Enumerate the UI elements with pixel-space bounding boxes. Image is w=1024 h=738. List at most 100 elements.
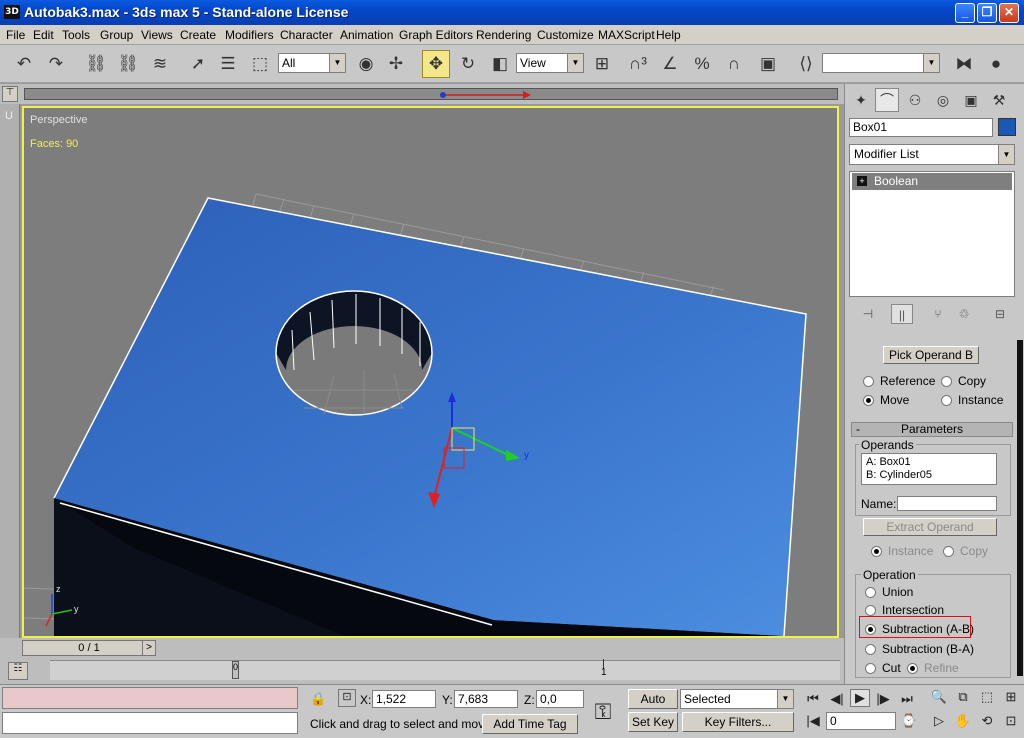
- scene-canvas[interactable]: [24, 108, 837, 636]
- mini-curve-editor-icon[interactable]: ☷: [8, 662, 28, 680]
- operands-list[interactable]: A: Box01 B: Cylinder05: [861, 453, 997, 485]
- spinner-snap-icon[interactable]: ∩: [720, 50, 748, 78]
- menu-maxscript[interactable]: MAXScript: [598, 28, 655, 42]
- rectangular-selection-icon[interactable]: ⬚: [246, 50, 274, 78]
- x-coord-field[interactable]: 1,522: [372, 690, 436, 708]
- make-unique-icon[interactable]: ⑂: [927, 304, 949, 324]
- select-link-icon[interactable]: ⛓: [82, 50, 110, 78]
- crossing-icon[interactable]: ✢: [382, 50, 410, 78]
- zoom-all-icon[interactable]: ⧉: [954, 689, 972, 705]
- operand-name-field[interactable]: [897, 496, 997, 511]
- key-mode-toggle-icon[interactable]: |◀: [804, 713, 822, 729]
- menu-tools[interactable]: Tools: [62, 28, 90, 42]
- viewport-label[interactable]: Perspective: [30, 114, 87, 126]
- redo-icon[interactable]: ↷: [42, 50, 70, 78]
- list-item[interactable]: B: Cylinder05: [866, 469, 992, 482]
- edit-named-selection-icon[interactable]: ⟨⟩: [792, 50, 820, 78]
- go-to-start-icon[interactable]: ⏮: [804, 691, 822, 707]
- arc-rotate-icon[interactable]: ⟲: [978, 713, 996, 729]
- show-end-result-icon[interactable]: ||: [891, 304, 913, 324]
- select-object-icon[interactable]: ➚: [184, 50, 212, 78]
- select-and-move-icon[interactable]: ✥: [422, 50, 450, 78]
- radio-extract-copy[interactable]: Copy: [943, 544, 988, 558]
- menu-group[interactable]: Group: [100, 28, 133, 42]
- add-time-tag-button[interactable]: Add Time Tag: [482, 714, 578, 734]
- perspective-viewport[interactable]: Perspective Faces: 90 z y z y: [22, 106, 839, 638]
- extract-operand-button[interactable]: Extract Operand: [863, 518, 997, 536]
- menu-character[interactable]: Character: [280, 28, 333, 42]
- radio-instance[interactable]: Instance: [941, 393, 1003, 407]
- pin-stack-icon[interactable]: ⊣: [857, 304, 879, 324]
- time-marker-zero[interactable]: 0: [232, 661, 239, 679]
- radio-copy[interactable]: Copy: [941, 374, 986, 388]
- menu-help[interactable]: Help: [656, 28, 681, 42]
- close-button[interactable]: ✕: [999, 3, 1019, 23]
- radio-move[interactable]: Move: [863, 393, 909, 407]
- menu-animation[interactable]: Animation: [340, 28, 393, 42]
- chevron-right-icon[interactable]: >: [142, 640, 156, 656]
- display-tab-icon[interactable]: ▣: [959, 88, 983, 112]
- radio-reference[interactable]: Reference: [863, 374, 935, 388]
- maximize-viewport-icon[interactable]: ⊡: [1002, 713, 1020, 729]
- trackbar-strip[interactable]: [24, 88, 838, 100]
- lock-selection-icon[interactable]: 🔒: [310, 691, 326, 707]
- menu-views[interactable]: Views: [141, 28, 173, 42]
- select-and-rotate-icon[interactable]: ↻: [454, 50, 482, 78]
- track-bar[interactable]: 0 1: [50, 659, 840, 680]
- auto-key-button[interactable]: Auto Key: [628, 689, 678, 724]
- reference-coordinate-dropdown[interactable]: View ▼: [516, 53, 584, 73]
- material-editor-icon[interactable]: ●: [982, 50, 1010, 78]
- z-coord-field[interactable]: 0,0: [536, 690, 584, 708]
- minimize-button[interactable]: _: [955, 3, 975, 23]
- status-prompt-field[interactable]: [2, 712, 298, 734]
- motion-tab-icon[interactable]: ◎: [931, 88, 955, 112]
- zoom-icon[interactable]: 🔍: [930, 689, 948, 705]
- percent-snap-icon[interactable]: %: [688, 50, 716, 78]
- select-region-icon[interactable]: ◉: [352, 50, 380, 78]
- parameters-rollout-title[interactable]: - Parameters: [851, 422, 1013, 437]
- absolute-mode-icon[interactable]: ⊡: [338, 689, 356, 707]
- named-selection-sets-icon[interactable]: ▣: [754, 50, 782, 78]
- field-of-view-icon[interactable]: ▷: [930, 713, 948, 729]
- radio-refine[interactable]: Refine: [907, 661, 959, 675]
- time-slider[interactable]: 0 / 1 >: [22, 640, 156, 656]
- select-by-name-icon[interactable]: ☰: [214, 50, 242, 78]
- menu-file[interactable]: File: [6, 28, 25, 42]
- unlink-icon[interactable]: ⛓: [114, 50, 142, 78]
- bind-space-warp-icon[interactable]: ≋: [146, 50, 174, 78]
- configure-sets-icon[interactable]: ⊟: [989, 304, 1011, 324]
- next-frame-icon[interactable]: |▶: [874, 691, 892, 707]
- list-item[interactable]: A: Box01: [866, 456, 992, 469]
- maxscript-listener-mini[interactable]: [2, 687, 298, 709]
- modifier-list-dropdown[interactable]: Modifier List ▼: [849, 144, 1015, 165]
- selection-filter-dropdown[interactable]: All ▼: [278, 53, 346, 73]
- create-tab-icon[interactable]: ✦: [849, 88, 873, 112]
- menu-create[interactable]: Create: [180, 28, 216, 42]
- menu-rendering[interactable]: Rendering: [476, 28, 531, 42]
- pivot-center-icon[interactable]: ⊞: [588, 50, 616, 78]
- object-name-field[interactable]: Box01: [849, 118, 993, 137]
- menu-edit[interactable]: Edit: [33, 28, 54, 42]
- hierarchy-tab-icon[interactable]: ⚇: [903, 88, 927, 112]
- y-coord-field[interactable]: 7,683: [454, 690, 518, 708]
- zoom-extents-all-icon[interactable]: ⊞: [1002, 689, 1020, 705]
- app-icon[interactable]: 3D: [4, 5, 20, 19]
- layout-toggle-icon[interactable]: ⊤: [2, 86, 18, 102]
- mirror-icon[interactable]: ⧓: [950, 50, 978, 78]
- pan-icon[interactable]: ✋: [954, 713, 972, 729]
- named-selection-dropdown[interactable]: ▼: [822, 53, 940, 73]
- radio-intersection[interactable]: Intersection: [865, 603, 944, 617]
- radio-union[interactable]: Union: [865, 585, 913, 599]
- maximize-button[interactable]: ❐: [977, 3, 997, 23]
- radio-subtraction-ab[interactable]: Subtraction (A-B): [865, 622, 974, 636]
- radio-subtraction-ba[interactable]: Subtraction (B-A): [865, 642, 974, 656]
- object-color-swatch[interactable]: [998, 118, 1016, 136]
- radio-cut[interactable]: Cut: [865, 661, 901, 675]
- key-filters-button[interactable]: Key Filters...: [682, 712, 794, 732]
- angle-snap-icon[interactable]: ∠: [656, 50, 684, 78]
- stack-item-boolean[interactable]: + Boolean: [852, 173, 1012, 190]
- zoom-extents-icon[interactable]: ⬚: [978, 689, 996, 705]
- expand-icon[interactable]: +: [857, 176, 867, 186]
- play-icon[interactable]: ▶: [850, 689, 870, 707]
- current-frame-field[interactable]: 0: [826, 712, 896, 730]
